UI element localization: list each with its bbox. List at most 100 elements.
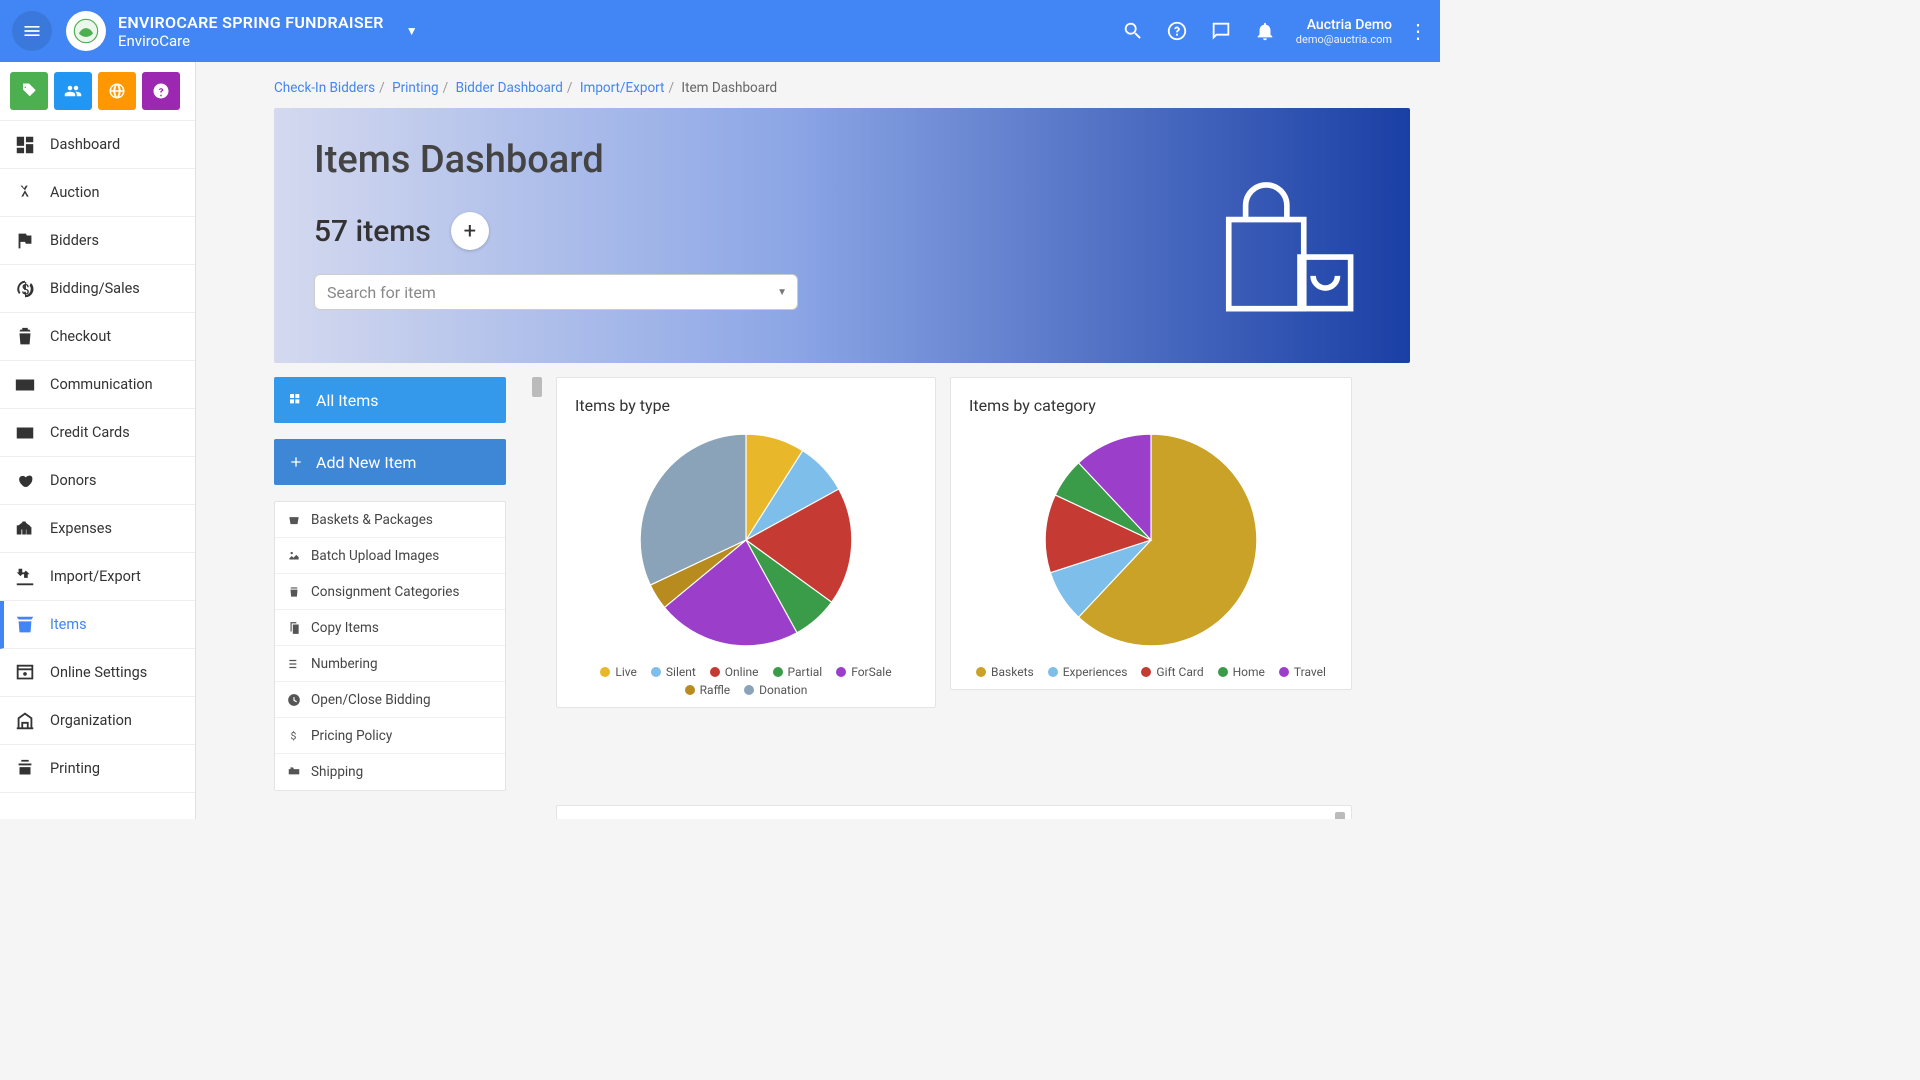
all-items-button[interactable]: All Items bbox=[274, 377, 506, 423]
sidebar-item-label: Checkout bbox=[50, 328, 111, 345]
tile-people[interactable] bbox=[54, 72, 92, 110]
sidebar-item-label: Auction bbox=[50, 184, 100, 201]
legend-travel[interactable]: Travel bbox=[1279, 665, 1326, 679]
action-list-label: Open/Close Bidding bbox=[311, 692, 431, 708]
sidebar-item-label: Online Settings bbox=[50, 664, 147, 681]
action-batch-upload-images[interactable]: Batch Upload Images bbox=[275, 538, 505, 574]
legend-baskets[interactable]: Baskets bbox=[976, 665, 1034, 679]
action-shipping[interactable]: Shipping bbox=[275, 754, 505, 790]
bell-icon[interactable] bbox=[1254, 20, 1276, 42]
chart-items-by-type: Items by type Live Silent Online Partial For… bbox=[556, 377, 936, 708]
sidebar-item-label: Expenses bbox=[50, 520, 112, 537]
item-count: 57 items bbox=[314, 214, 431, 249]
sidebar-item-credit-cards[interactable]: Credit Cards bbox=[0, 409, 195, 457]
breadcrumb-link[interactable]: Import/Export bbox=[580, 80, 665, 96]
shopping-bags-icon bbox=[1210, 168, 1360, 322]
action-list-label: Baskets & Packages bbox=[311, 512, 433, 528]
scroll-indicator[interactable] bbox=[1335, 812, 1345, 819]
scroll-indicator[interactable] bbox=[532, 377, 542, 397]
sidebar-item-label: Organization bbox=[50, 712, 132, 729]
search-placeholder: Search for item bbox=[327, 283, 436, 302]
legend-forsale[interactable]: ForSale bbox=[836, 665, 891, 679]
action-baskets-packages[interactable]: Baskets & Packages bbox=[275, 502, 505, 538]
breadcrumb-link[interactable]: Bidder Dashboard bbox=[456, 80, 563, 96]
action-list-label: Batch Upload Images bbox=[311, 548, 439, 564]
topbar: ENVIROCARE SPRING FUNDRAISER EnviroCare … bbox=[0, 0, 1440, 62]
title-block[interactable]: ENVIROCARE SPRING FUNDRAISER EnviroCare bbox=[118, 13, 384, 50]
action-list-label: Copy Items bbox=[311, 620, 379, 636]
search-item-input[interactable]: Search for item ▼ bbox=[314, 274, 798, 310]
hamburger-menu[interactable] bbox=[12, 11, 52, 51]
sidebar-item-checkout[interactable]: Checkout bbox=[0, 313, 195, 361]
tile-globe[interactable] bbox=[98, 72, 136, 110]
sidebar-item-label: Items bbox=[50, 616, 87, 633]
help-icon[interactable] bbox=[1166, 20, 1188, 42]
breadcrumb-current: Item Dashboard bbox=[681, 80, 777, 96]
action-pricing-policy[interactable]: $Pricing Policy bbox=[275, 718, 505, 754]
add-new-item-button[interactable]: Add New Item bbox=[274, 439, 506, 485]
recent-items-card: Recently added items ITEM # TITLE VALUE … bbox=[556, 805, 1352, 819]
dropdown-caret-icon: ▼ bbox=[777, 287, 787, 298]
action-open-close-bidding[interactable]: Open/Close Bidding bbox=[275, 682, 505, 718]
legend-silent[interactable]: Silent bbox=[651, 665, 696, 679]
chat-icon[interactable] bbox=[1210, 20, 1232, 42]
event-name: ENVIROCARE SPRING FUNDRAISER bbox=[118, 13, 384, 32]
sidebar-item-printing[interactable]: Printing bbox=[0, 745, 195, 793]
legend-home[interactable]: Home bbox=[1218, 665, 1265, 679]
action-copy-items[interactable]: Copy Items bbox=[275, 610, 505, 646]
sidebar-item-label: Donors bbox=[50, 472, 96, 489]
svg-text:$: $ bbox=[21, 280, 29, 298]
action-consignment-categories[interactable]: Consignment Categories bbox=[275, 574, 505, 610]
kebab-menu-icon[interactable]: ⋮ bbox=[1408, 19, 1428, 43]
legend-donation[interactable]: Donation bbox=[744, 683, 807, 697]
search-icon[interactable] bbox=[1122, 20, 1144, 42]
org-name: EnviroCare bbox=[118, 32, 384, 50]
legend-live[interactable]: Live bbox=[600, 665, 636, 679]
user-block[interactable]: Auctria Demo demo@auctria.com bbox=[1296, 17, 1392, 46]
sidebar-item-online-settings[interactable]: Online Settings bbox=[0, 649, 195, 697]
sidebar-item-communication[interactable]: Communication bbox=[0, 361, 195, 409]
user-email: demo@auctria.com bbox=[1296, 33, 1392, 46]
sidebar-item-expenses[interactable]: Expenses bbox=[0, 505, 195, 553]
sidebar-item-bidders[interactable]: Bidders bbox=[0, 217, 195, 265]
sidebar-item-organization[interactable]: Organization bbox=[0, 697, 195, 745]
org-logo bbox=[66, 11, 106, 51]
action-numbering[interactable]: Numbering bbox=[275, 646, 505, 682]
legend-experiences[interactable]: Experiences bbox=[1048, 665, 1128, 679]
breadcrumb-link[interactable]: Printing bbox=[392, 80, 439, 96]
legend-raffle[interactable]: Raffle bbox=[685, 683, 731, 697]
legend-online[interactable]: Online bbox=[710, 665, 759, 679]
sidebar: Dashboard Auction Bidders $ Bidding/Sales Che… bbox=[0, 62, 196, 819]
sidebar-item-import-export[interactable]: Import/Export bbox=[0, 553, 195, 601]
chart-title: Items by type bbox=[575, 396, 917, 415]
sidebar-item-dashboard[interactable]: Dashboard bbox=[0, 121, 195, 169]
svg-text:$: $ bbox=[291, 729, 297, 742]
sidebar-item-bidding-sales[interactable]: $ Bidding/Sales bbox=[0, 265, 195, 313]
add-item-button[interactable]: + bbox=[451, 212, 489, 250]
sidebar-item-label: Credit Cards bbox=[50, 424, 130, 441]
sidebar-item-label: Dashboard bbox=[50, 136, 120, 153]
tile-help[interactable] bbox=[142, 72, 180, 110]
chart-items-by-category: Items by category Baskets Experiences Gift… bbox=[950, 377, 1352, 690]
sidebar-item-label: Bidders bbox=[50, 232, 99, 249]
legend-gift card[interactable]: Gift Card bbox=[1141, 665, 1203, 679]
user-name: Auctria Demo bbox=[1296, 17, 1392, 33]
action-label: All Items bbox=[316, 391, 379, 410]
legend-partial[interactable]: Partial bbox=[773, 665, 823, 679]
breadcrumb: Check-In Bidders/ Printing/ Bidder Dashb… bbox=[274, 80, 1410, 96]
sidebar-item-label: Bidding/Sales bbox=[50, 280, 140, 297]
sidebar-item-label: Communication bbox=[50, 376, 153, 393]
action-list-label: Shipping bbox=[311, 764, 363, 780]
sidebar-item-label: Import/Export bbox=[50, 568, 141, 585]
action-label: Add New Item bbox=[316, 453, 416, 472]
action-list-label: Numbering bbox=[311, 656, 378, 672]
chart-title: Items by category bbox=[969, 396, 1333, 415]
sidebar-item-items[interactable]: Items bbox=[0, 601, 195, 649]
tile-tags[interactable] bbox=[10, 72, 48, 110]
sidebar-item-label: Printing bbox=[50, 760, 100, 777]
action-list-label: Consignment Categories bbox=[311, 584, 459, 600]
breadcrumb-link[interactable]: Check-In Bidders bbox=[274, 80, 375, 96]
sidebar-item-auction[interactable]: Auction bbox=[0, 169, 195, 217]
sidebar-item-donors[interactable]: Donors bbox=[0, 457, 195, 505]
event-dropdown-icon[interactable]: ▼ bbox=[406, 24, 418, 38]
